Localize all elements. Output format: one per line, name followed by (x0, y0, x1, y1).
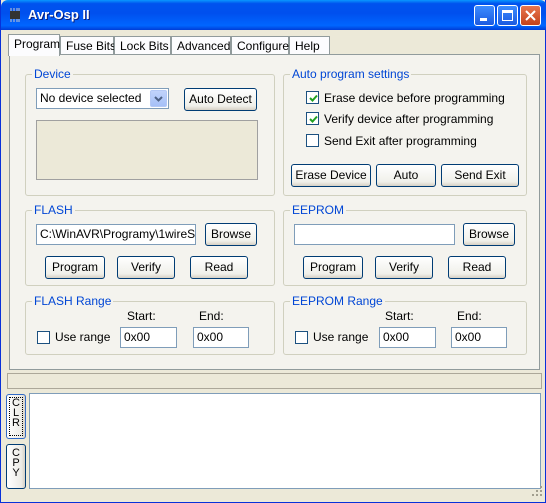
flash-range-group: FLASH Range Use range Start: End: 0x00 0… (25, 294, 275, 355)
device-group: Device No device selected Auto Detect (25, 67, 275, 196)
tab-advanced[interactable]: Advanced (171, 36, 231, 55)
eeprom-range-group-title: EEPROM Range (290, 294, 385, 308)
eeprom-end-input[interactable]: 0x00 (451, 327, 507, 348)
flash-end-label: End: (199, 309, 224, 323)
verify-after-label: Verify device after programming (324, 112, 494, 126)
resize-grip-icon[interactable] (531, 485, 543, 500)
send-exit-after-checkbox[interactable] (306, 134, 319, 147)
chip-icon (7, 7, 23, 23)
device-select-value: No device selected (40, 91, 142, 105)
close-button[interactable] (520, 5, 541, 26)
verify-after-checkbox[interactable] (306, 112, 319, 125)
tab-fuse-bits[interactable]: Fuse Bits (60, 36, 116, 55)
auto-detect-button[interactable]: Auto Detect (184, 88, 257, 111)
flash-group: FLASH C:\WinAVR\Programy\1wireSea Browse… (25, 203, 275, 286)
maximize-button[interactable] (497, 5, 518, 26)
device-info-box (36, 120, 258, 180)
eeprom-browse-button[interactable]: Browse (463, 223, 515, 246)
eeprom-start-input[interactable]: 0x00 (379, 327, 436, 348)
copy-log-button[interactable]: C P Y (6, 444, 26, 489)
device-group-title: Device (32, 67, 73, 81)
eeprom-use-range-label: Use range (313, 330, 369, 344)
eeprom-file-path-input[interactable] (294, 224, 455, 245)
tab-program[interactable]: Program (8, 34, 60, 56)
eeprom-range-group: EEPROM Range Use range Start: End: 0x00 … (283, 294, 527, 355)
flash-read-button[interactable]: Read (190, 256, 248, 279)
eeprom-read-button[interactable]: Read (448, 256, 506, 279)
eeprom-end-label: End: (457, 309, 482, 323)
program-tab-panel: Device No device selected Auto Detect Au… (9, 54, 540, 370)
eeprom-group-title: EEPROM (290, 203, 347, 217)
send-exit-after-label: Send Exit after programming (324, 134, 477, 148)
flash-verify-button[interactable]: Verify (117, 256, 175, 279)
main-window: Avr-Osp II Program Fuse Bits Lock Bits A… (0, 0, 546, 503)
auto-program-group: Auto program settings Erase device befor… (283, 67, 527, 196)
erase-before-label: Erase device before programming (324, 91, 505, 105)
flash-end-input[interactable]: 0x00 (193, 327, 249, 348)
flash-use-range-checkbox[interactable] (37, 331, 50, 344)
flash-program-button[interactable]: Program (45, 256, 105, 279)
flash-start-label: Start: (127, 309, 156, 323)
auto-program-group-title: Auto program settings (290, 67, 412, 81)
clear-letter: R (12, 417, 20, 429)
log-textarea[interactable] (29, 393, 541, 489)
tab-configure[interactable]: Configure (231, 36, 289, 55)
eeprom-start-label: Start: (385, 309, 414, 323)
checkmark-icon (309, 115, 318, 123)
flash-group-title: FLASH (32, 203, 75, 217)
minimize-button[interactable] (474, 5, 495, 26)
window-title: Avr-Osp II (28, 7, 90, 22)
eeprom-verify-button[interactable]: Verify (375, 256, 433, 279)
erase-before-checkbox[interactable] (306, 91, 319, 104)
eeprom-use-range-checkbox[interactable] (295, 331, 308, 344)
tab-help[interactable]: Help (289, 36, 330, 55)
close-icon (525, 10, 536, 21)
device-select[interactable]: No device selected (36, 88, 169, 109)
chevron-down-icon[interactable] (150, 90, 167, 107)
send-exit-button[interactable]: Send Exit (441, 164, 519, 187)
flash-use-range-label: Use range (55, 330, 111, 344)
flash-browse-button[interactable]: Browse (205, 223, 257, 246)
flash-range-group-title: FLASH Range (32, 294, 114, 308)
auto-button[interactable]: Auto (376, 164, 436, 187)
erase-device-button[interactable]: Erase Device (291, 164, 371, 187)
flash-start-input[interactable]: 0x00 (120, 327, 177, 348)
title-bar[interactable]: Avr-Osp II (1, 0, 546, 30)
eeprom-program-button[interactable]: Program (303, 256, 363, 279)
tab-lock-bits[interactable]: Lock Bits (114, 36, 171, 55)
copy-letter: Y (12, 467, 20, 479)
eeprom-group: EEPROM Browse Program Verify Read (283, 203, 527, 286)
minimize-icon (480, 18, 487, 21)
progress-bar (7, 373, 542, 389)
clear-log-button[interactable]: C L R (6, 394, 26, 439)
maximize-icon (502, 10, 513, 21)
flash-file-path-input[interactable]: C:\WinAVR\Programy\1wireSea (36, 224, 196, 245)
checkmark-icon (309, 94, 318, 102)
